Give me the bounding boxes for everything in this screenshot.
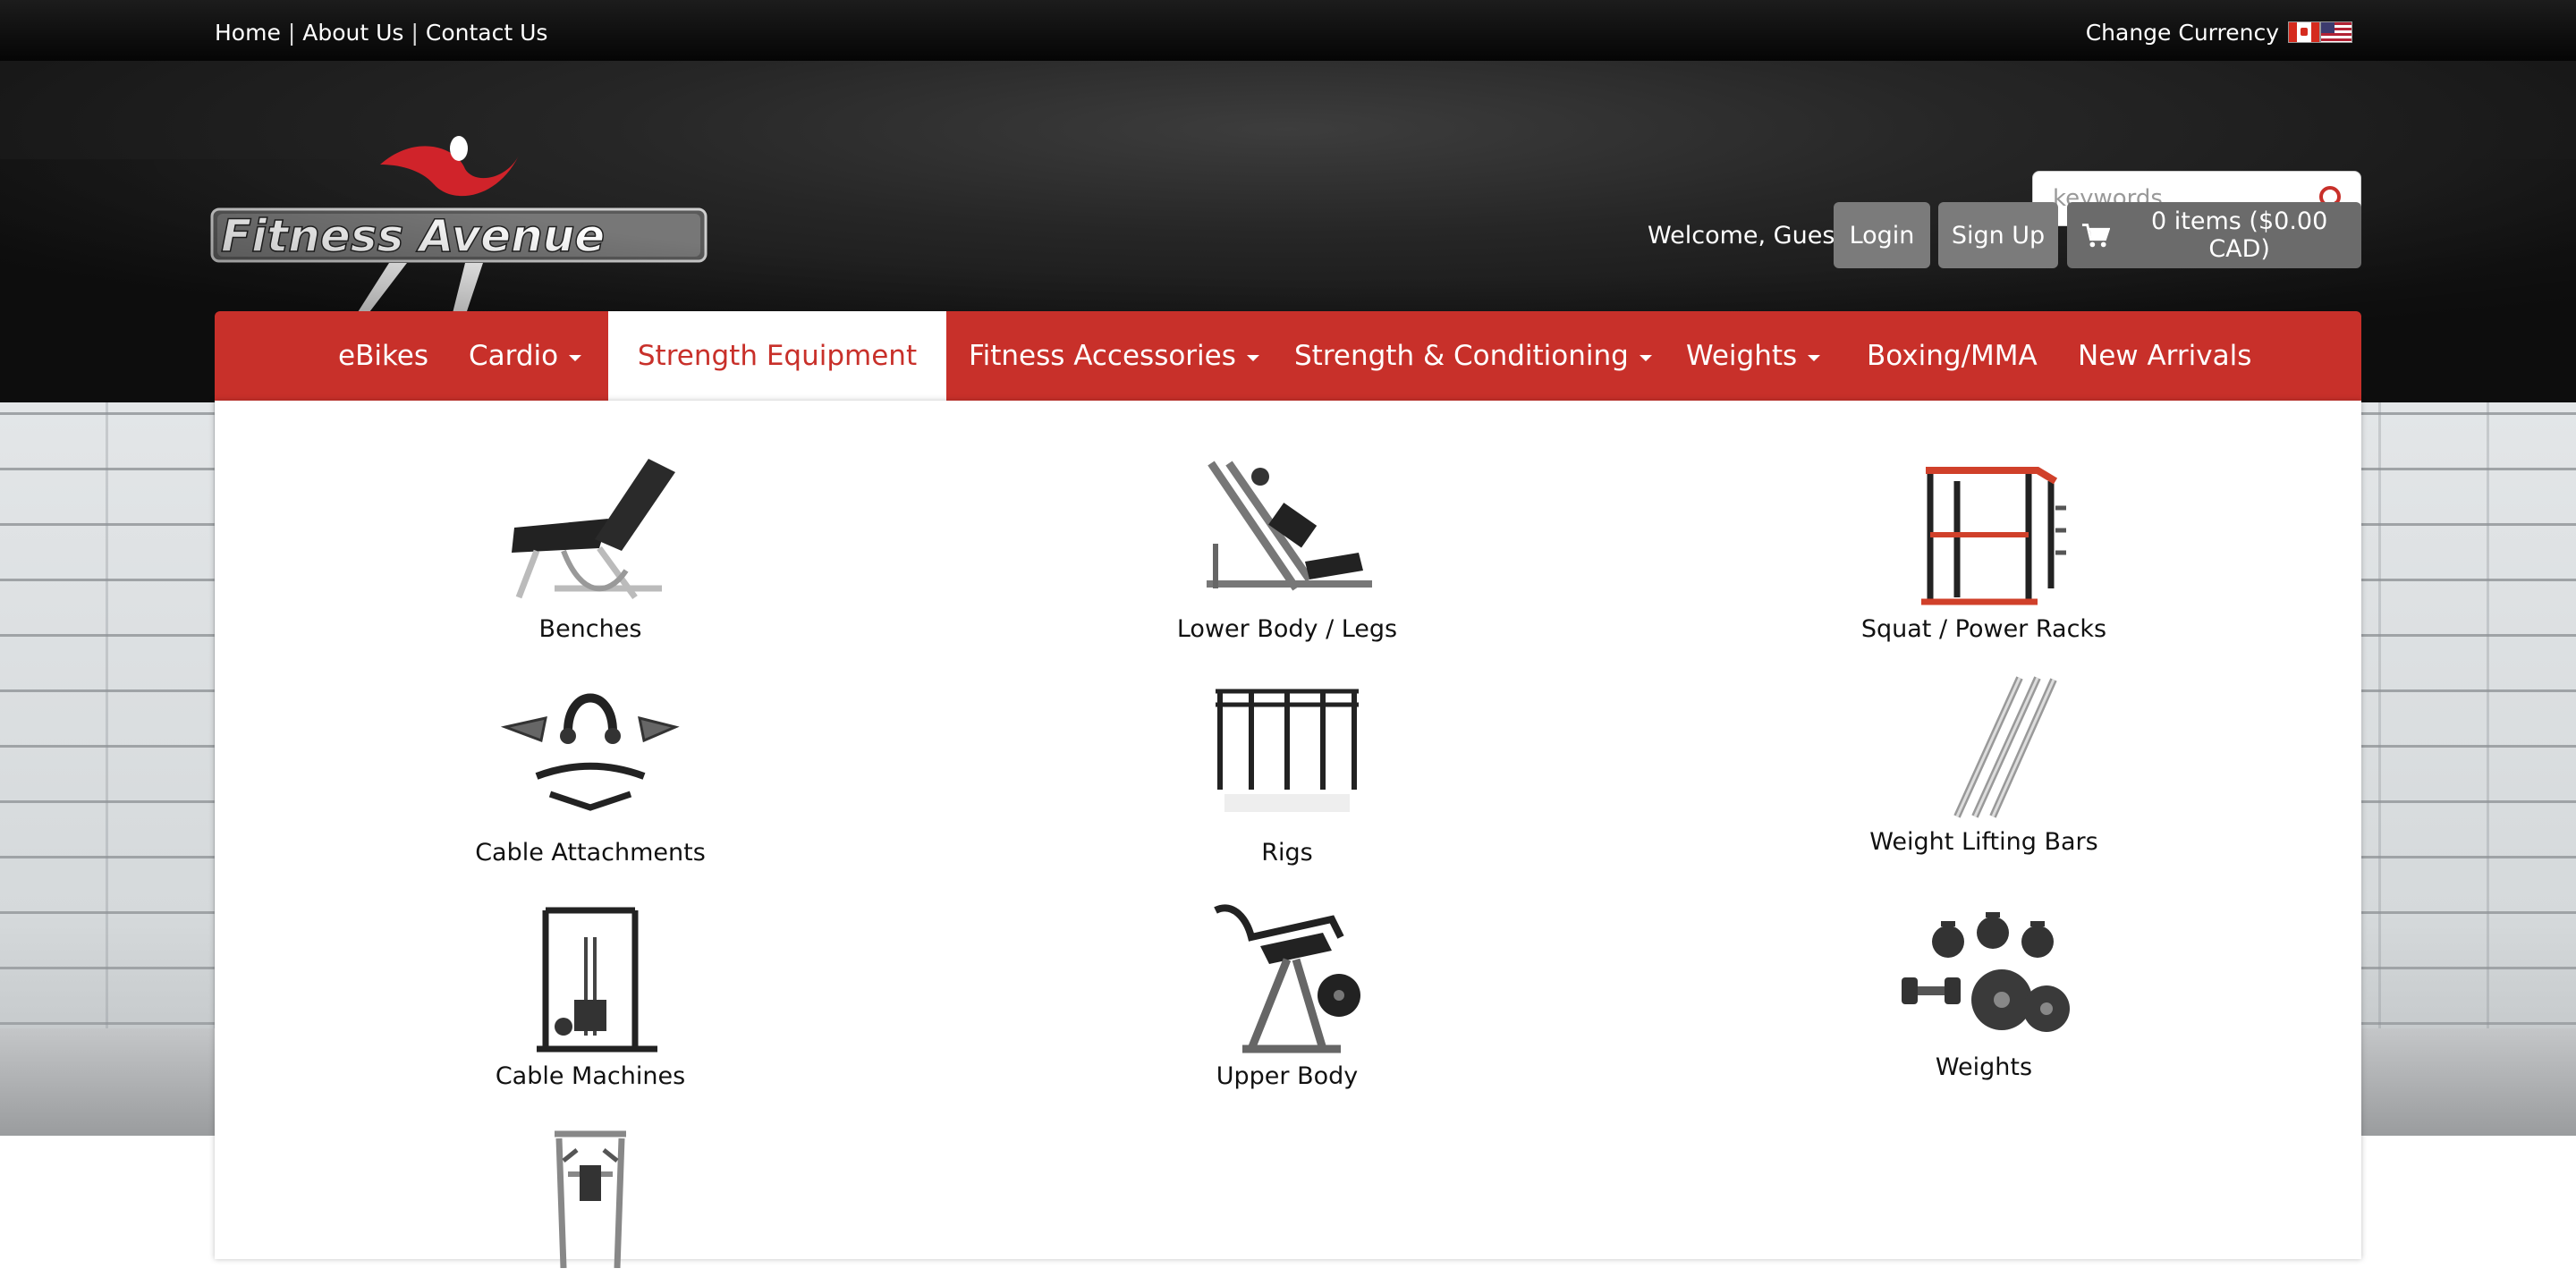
leg-press-icon <box>1207 461 1372 591</box>
category-rigs[interactable]: Rigs <box>1126 678 1448 867</box>
top-links: Home | About Us | Contact Us <box>215 0 547 64</box>
cable-machine-icon <box>537 907 657 1053</box>
nav-label: Strength Equipment <box>637 340 918 372</box>
weights-icon <box>1902 912 2070 1032</box>
strength-equipment-dropdown: Benches Lower Body / Legs Squat / Power … <box>215 401 2361 1268</box>
barbell-icon <box>1953 676 2057 818</box>
category-upper-body[interactable]: Upper Body <box>1126 901 1448 1090</box>
nav-cardio[interactable]: Cardio <box>469 311 582 401</box>
home-link[interactable]: Home <box>215 20 281 46</box>
category-label: Cable Machines <box>495 1062 686 1090</box>
caret-down-icon <box>569 354 582 361</box>
nav-label: Boxing/MMA <box>1867 340 2038 372</box>
change-currency-label: Change Currency <box>2085 19 2279 46</box>
nav-label: Strength & Conditioning <box>1294 340 1629 372</box>
category-power-tower[interactable] <box>429 1125 751 1277</box>
power-tower-icon <box>555 1130 626 1268</box>
rig-icon <box>1216 689 1359 812</box>
power-rack-icon <box>1921 467 2066 605</box>
contact-us-link[interactable]: Contact Us <box>426 20 548 46</box>
nav-fitness-accessories[interactable]: Fitness Accessories <box>969 311 1259 401</box>
cart-summary: 0 items ($0.00 CAD) <box>2151 207 2328 263</box>
us-flag-icon[interactable] <box>2320 21 2352 43</box>
category-label: Lower Body / Legs <box>1176 615 1398 643</box>
nav-label: New Arrivals <box>2078 340 2252 372</box>
nav-strength-conditioning[interactable]: Strength & Conditioning <box>1294 311 1652 401</box>
divider: | <box>411 19 419 46</box>
upper-body-machine-icon <box>1214 904 1360 1053</box>
cable-attachments-icon <box>501 693 680 811</box>
top-bar: Home | About Us | Contact Us Change Curr… <box>0 0 2576 61</box>
nav-label: Cardio <box>469 340 559 372</box>
nav-label: eBikes <box>338 340 429 372</box>
fitness-avenue-logo[interactable]: Fitness Avenue <box>210 129 711 321</box>
caret-down-icon <box>1246 354 1259 361</box>
category-lower-body-legs[interactable]: Lower Body / Legs <box>1126 454 1448 643</box>
category-squat-power-racks[interactable]: Squat / Power Racks <box>1823 454 2145 643</box>
about-us-link[interactable]: About Us <box>302 20 403 46</box>
shopping-cart-icon <box>2081 224 2111 248</box>
logo-text: Fitness Avenue <box>221 210 605 262</box>
bench-icon <box>512 459 675 600</box>
category-label: Squat / Power Racks <box>1860 615 2107 643</box>
nav-weights[interactable]: Weights <box>1686 311 1821 401</box>
nav-new-arrivals[interactable]: New Arrivals <box>2078 311 2251 401</box>
divider: | <box>287 19 296 46</box>
cart-button[interactable]: 0 items ($0.00 CAD) <box>2067 202 2361 268</box>
nav-label: Fitness Accessories <box>969 340 1236 372</box>
caret-down-icon <box>1808 354 1821 361</box>
category-cable-machines[interactable]: Cable Machines <box>429 901 751 1090</box>
category-label: Benches <box>538 615 642 643</box>
sign-up-button[interactable]: Sign Up <box>1938 202 2058 268</box>
category-label: Upper Body <box>1216 1062 1359 1090</box>
category-label: Rigs <box>1261 839 1313 867</box>
nav-ebikes[interactable]: eBikes <box>338 311 428 401</box>
caret-down-icon <box>1639 354 1652 361</box>
nav-boxing-mma[interactable]: Boxing/MMA <box>1867 311 2038 401</box>
category-weights[interactable]: Weights <box>1823 901 2145 1081</box>
category-weight-lifting-bars[interactable]: Weight Lifting Bars <box>1823 669 2145 856</box>
nav-label: Weights <box>1686 340 1798 372</box>
category-cable-attachments[interactable]: Cable Attachments <box>429 678 751 867</box>
category-label: Weights <box>1935 1053 2033 1081</box>
login-button[interactable]: Login <box>1834 202 1930 268</box>
category-label: Weight Lifting Bars <box>1869 828 2098 856</box>
category-label: Cable Attachments <box>475 839 706 867</box>
main-nav: eBikes Cardio Strength Equipment Fitness… <box>215 311 2361 401</box>
category-benches[interactable]: Benches <box>429 454 751 643</box>
canada-flag-icon[interactable] <box>2288 21 2320 43</box>
welcome-text: Welcome, Guest <box>1648 221 1844 249</box>
nav-strength-equipment[interactable]: Strength Equipment <box>608 311 946 401</box>
currency-switcher: Change Currency <box>2086 0 2352 64</box>
